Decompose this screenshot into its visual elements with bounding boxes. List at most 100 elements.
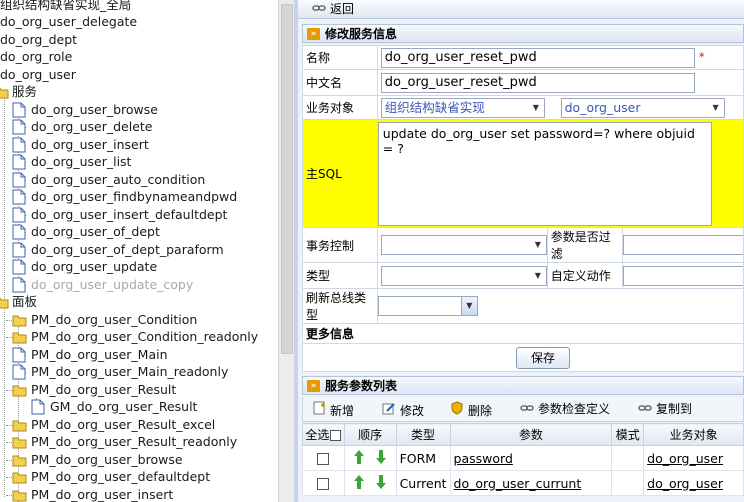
tree-item-panel[interactable]: PM_do_org_user_Main_readonly xyxy=(31,363,228,380)
edit-label: 修改 xyxy=(400,404,425,418)
more-info-label: 更多信息 xyxy=(302,323,744,344)
tree-item-panel[interactable]: PM_do_org_user_Result_readonly xyxy=(31,433,237,450)
copy-to-label: 复制到 xyxy=(656,402,693,416)
edit-section-header: » 修改服务信息 xyxy=(302,24,744,43)
folder-icon xyxy=(12,454,28,470)
top-toolbar: 返回 xyxy=(298,0,744,19)
params-section-title: 服务参数列表 xyxy=(325,379,398,393)
tree-item-panel[interactable]: PM_do_org_user_Main xyxy=(31,346,168,363)
tx-control-label: 事务控制 xyxy=(302,227,378,263)
tree-item-service[interactable]: do_org_user_update xyxy=(31,258,157,275)
tree-item-panel[interactable]: PM_do_org_user_defaultdept xyxy=(31,468,210,485)
tree-item-panel[interactable]: PM_do_org_user_Result_excel xyxy=(31,416,215,433)
tree-item-service[interactable]: do_org_user_insert xyxy=(31,136,149,153)
add-button[interactable]: 新增 xyxy=(311,401,354,418)
tree-node-user-delegate[interactable]: do_org_user_delegate xyxy=(0,13,137,30)
name-input[interactable]: do_org_user_reset_pwd xyxy=(380,47,695,68)
required-mark: * xyxy=(698,50,705,64)
edit-icon xyxy=(381,401,397,420)
row-param-link[interactable]: do_org_user_currunt xyxy=(454,476,582,491)
tree-item-service[interactable]: do_org_user_insert_defaultdept xyxy=(31,206,227,223)
tree-item-panel[interactable]: PM_do_org_user_Condition xyxy=(31,311,197,328)
delete-button[interactable]: 删除 xyxy=(449,401,492,418)
save-button[interactable]: 保存 xyxy=(515,346,570,369)
cn-name-label: 中文名 xyxy=(302,69,378,96)
tree-item-service[interactable]: do_org_user_auto_condition xyxy=(31,171,205,188)
type-label: 类型 xyxy=(302,262,378,289)
param-filter-label: 参数是否过滤 xyxy=(546,227,623,263)
move-down-icon[interactable] xyxy=(375,474,387,493)
tree-node-global[interactable]: 组织结构缺省实现_全局 xyxy=(0,0,131,13)
tree-item-panel[interactable]: PM_do_org_user_browse xyxy=(31,451,183,468)
tree-item-service[interactable]: do_org_user_findbynameandpwd xyxy=(31,188,237,205)
select-all-checkbox[interactable] xyxy=(330,430,342,441)
tree-item-grid[interactable]: GM_do_org_user_Result xyxy=(50,398,197,415)
tree-item-service[interactable]: do_org_user_browse xyxy=(31,101,158,118)
type-header: 类型 xyxy=(395,423,451,446)
add-icon xyxy=(311,401,327,420)
folder-icon xyxy=(12,489,28,502)
tree-scrollbar[interactable] xyxy=(278,0,294,502)
folder-open-icon xyxy=(0,86,10,102)
order-header: 顺序 xyxy=(343,423,397,446)
name-label: 名称 xyxy=(302,45,378,70)
tree-node-dept[interactable]: do_org_dept xyxy=(0,31,77,48)
tx-control-select[interactable]: ▼ xyxy=(380,235,547,255)
select-all-header: 全选 xyxy=(302,423,345,446)
move-down-icon[interactable] xyxy=(375,449,387,468)
chevron-down-icon: ▼ xyxy=(460,297,477,315)
row-checkbox[interactable] xyxy=(317,453,330,465)
tree-item-service[interactable]: do_org_user_of_dept_paraform xyxy=(31,241,224,258)
back-button[interactable]: 返回 xyxy=(312,1,354,18)
refresh-bus-select[interactable]: ▼ xyxy=(377,296,478,316)
chevron-down-icon: ▼ xyxy=(532,102,539,112)
tree-item-panel[interactable]: PM_do_org_user_Result xyxy=(31,381,176,398)
folder-icon xyxy=(12,384,28,400)
tree-item-service[interactable]: do_org_user_of_dept xyxy=(31,223,160,240)
tree-node-role[interactable]: do_org_role xyxy=(0,48,72,65)
tree-item-service[interactable]: do_org_user_list xyxy=(31,153,131,170)
biz-object-select[interactable]: do_org_user ▼ xyxy=(560,97,725,118)
tree-node-user[interactable]: do_org_user xyxy=(0,66,76,83)
copy-to-button[interactable]: 复制到 xyxy=(637,401,692,418)
move-up-icon[interactable] xyxy=(353,449,365,468)
main-sql-textarea[interactable]: update do_org_user set password=? where … xyxy=(377,121,712,226)
tree-folder-panels[interactable]: 面板 xyxy=(12,293,37,310)
document-icon xyxy=(12,224,26,243)
param-header: 参数 xyxy=(449,423,613,446)
tree-item-panel[interactable]: PM_do_org_user_Condition_readonly xyxy=(31,328,258,345)
row-checkbox[interactable] xyxy=(317,478,330,490)
row-biz-object-link[interactable]: do_org_user xyxy=(647,451,723,466)
type-select[interactable]: ▼ xyxy=(380,265,547,286)
tree-item-panel[interactable]: PM_do_org_user_insert xyxy=(31,486,173,502)
chevron-down-icon: ▼ xyxy=(534,240,541,249)
tree-folder-services[interactable]: 服务 xyxy=(12,83,37,100)
document-icon xyxy=(12,119,26,138)
biz-object-header: 业务对象 xyxy=(643,423,744,446)
table-row[interactable]: Current do_org_user_currunt do_org_user xyxy=(302,470,744,496)
params-toolbar: 新增 修改 删除 参数检查定义 复制到 xyxy=(302,397,744,422)
link-chain-icon xyxy=(519,401,535,418)
section-arrow-icon: » xyxy=(307,28,320,40)
edit-section-title: 修改服务信息 xyxy=(325,27,398,41)
section-arrow-icon: » xyxy=(307,380,320,392)
row-param-link[interactable]: password xyxy=(454,451,513,466)
tree-item-service[interactable]: do_org_user_update_copy xyxy=(31,276,193,293)
custom-action-input[interactable] xyxy=(622,265,743,286)
chevron-down-icon: ▼ xyxy=(534,270,541,280)
edit-button[interactable]: 修改 xyxy=(381,401,424,418)
biz-object-impl-select[interactable]: 组织结构缺省实现 ▼ xyxy=(380,97,545,118)
scrollbar-thumb[interactable] xyxy=(281,4,293,354)
link-chain-icon xyxy=(312,2,326,16)
folder-icon xyxy=(12,314,28,330)
param-check-button[interactable]: 参数检查定义 xyxy=(519,401,610,418)
move-up-icon[interactable] xyxy=(353,474,365,493)
biz-object-label: 业务对象 xyxy=(302,95,378,120)
param-filter-input[interactable] xyxy=(622,235,743,255)
row-biz-object-link[interactable]: do_org_user xyxy=(647,476,723,491)
tree-item-service[interactable]: do_org_user_delete xyxy=(31,118,152,135)
cn-name-input[interactable]: do_org_user_reset_pwd xyxy=(380,72,695,93)
folder-icon xyxy=(12,471,28,487)
table-row[interactable]: FORM password do_org_user xyxy=(302,445,744,471)
document-icon xyxy=(12,364,26,383)
